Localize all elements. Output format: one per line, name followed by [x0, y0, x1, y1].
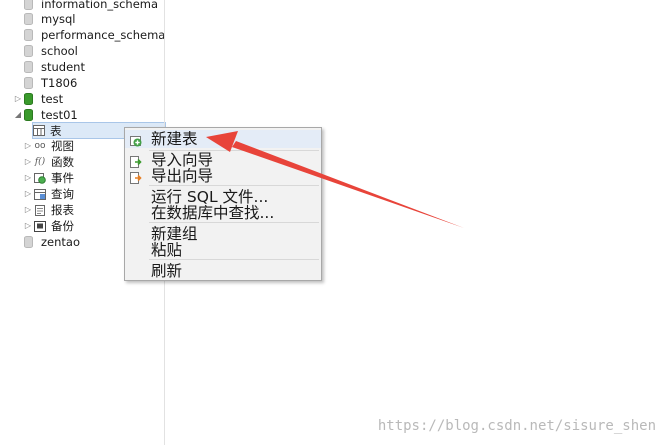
annotation-arrow-icon: [206, 131, 464, 228]
watermark: https://blog.csdn.net/sisure_shen: [377, 418, 656, 434]
